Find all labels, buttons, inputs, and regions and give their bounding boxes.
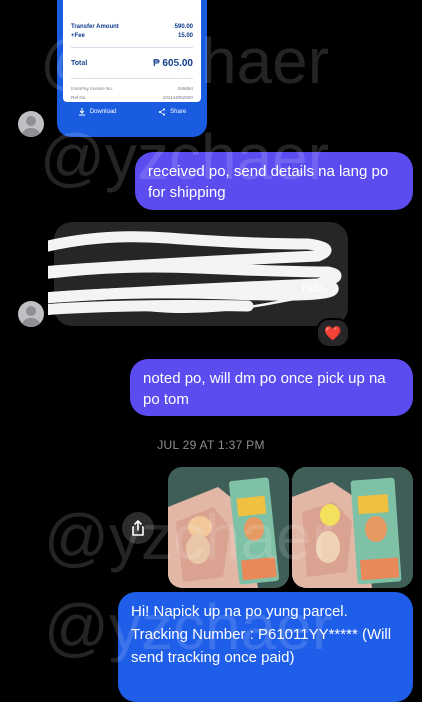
total-label: Total <box>71 60 88 67</box>
heart-reaction[interactable]: ❤️ <box>316 318 350 348</box>
receipt-actions: Download Share <box>57 108 207 116</box>
message-text-partial: ndo. <box>302 280 328 295</box>
ref-row: Ref No. 101144052920 <box>71 95 193 100</box>
download-icon <box>78 108 85 116</box>
receipt-divider <box>71 47 193 48</box>
invoice-value: 346654 <box>177 86 193 91</box>
total-value: ₱ 605.00 <box>152 58 193 69</box>
receipt-divider-2 <box>71 78 193 79</box>
transfer-amount-label: Transfer Amount <box>71 24 119 30</box>
share-label: Share <box>170 109 187 115</box>
incoming-message-redacted[interactable]: ndo. <box>48 222 348 326</box>
receipt-image[interactable]: Transfer Amount 590.00 +Fee 15.00 Total … <box>57 0 207 137</box>
fee-label: +Fee <box>71 33 85 39</box>
message-text: received po, send details na lang po for… <box>148 163 389 201</box>
fee-value: 15.00 <box>177 33 193 39</box>
photo-attachment[interactable] <box>168 467 289 588</box>
message-text: noted po, will dm po once pick up na po … <box>143 370 386 408</box>
avatar[interactable] <box>18 111 44 137</box>
total-row: Total ₱ 605.00 <box>71 58 193 69</box>
parcel-photo <box>168 467 289 588</box>
heart-icon: ❤️ <box>324 324 342 341</box>
transfer-amount-row: Transfer Amount 590.00 <box>71 24 193 30</box>
invoice-row: InstaPay Invoice No. 346654 <box>71 86 193 91</box>
outgoing-message[interactable]: received po, send details na lang po for… <box>135 152 413 210</box>
ref-value: 101144052920 <box>162 95 193 100</box>
message-text: Hi! Napick up na po yung parcel. Trackin… <box>131 603 392 666</box>
invoice-label: InstaPay Invoice No. <box>71 86 114 91</box>
redaction-scribble <box>48 231 342 316</box>
avatar[interactable] <box>18 301 44 327</box>
download-button[interactable]: Download <box>78 108 117 116</box>
outgoing-message[interactable]: Hi! Napick up na po yung parcel. Trackin… <box>118 592 413 702</box>
outgoing-message[interactable]: noted po, will dm po once pick up na po … <box>130 359 413 416</box>
photo-attachment[interactable] <box>292 467 413 588</box>
ref-label: Ref No. <box>71 95 87 100</box>
share-icon <box>158 108 166 116</box>
receipt-paper: Transfer Amount 590.00 +Fee 15.00 Total … <box>63 0 201 102</box>
share-button[interactable] <box>122 512 154 544</box>
fee-row: +Fee 15.00 <box>71 33 193 39</box>
share-icon <box>132 520 144 536</box>
share-receipt-button[interactable]: Share <box>158 108 186 116</box>
transfer-amount-value: 590.00 <box>174 24 193 30</box>
parcel-photo <box>292 467 413 588</box>
download-label: Download <box>89 109 117 115</box>
message-timestamp: JUL 29 AT 1:37 PM <box>157 438 265 452</box>
